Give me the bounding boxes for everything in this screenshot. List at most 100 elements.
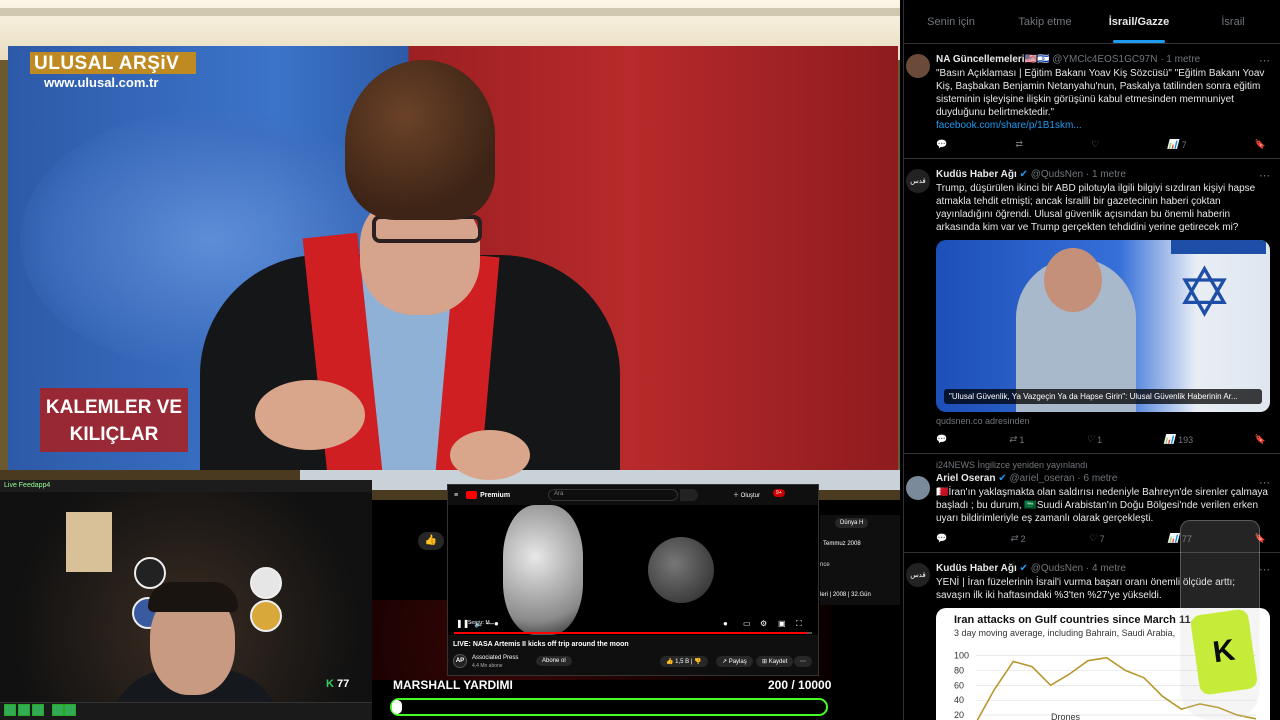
reply-icon[interactable]: 💬 bbox=[936, 434, 947, 445]
views-count: 7 bbox=[1181, 139, 1187, 150]
repost-icon: ⇄ bbox=[1008, 434, 1017, 444]
wall-patch bbox=[250, 567, 282, 599]
video-title[interactable]: LIVE: NASA Artemis II kicks off trip aro… bbox=[453, 641, 629, 648]
author-name[interactable]: Ariel Oseran bbox=[936, 473, 995, 484]
views-icon: 📊 bbox=[1167, 139, 1179, 149]
moon bbox=[648, 537, 714, 603]
viewer-counter: K 77 bbox=[326, 678, 349, 690]
volume-slider[interactable]: —● bbox=[486, 619, 499, 628]
like-icon[interactable]: 👍 bbox=[418, 532, 444, 550]
tweet[interactable]: قدس Kudüs Haber Ağı ✔ @QudsNen · 1 metre… bbox=[904, 159, 1280, 454]
bookmark-icon[interactable]: 🔖 bbox=[1255, 434, 1266, 445]
youtube-logo-icon[interactable] bbox=[466, 491, 478, 499]
goal-label: MARSHALL YARDIMI bbox=[393, 678, 513, 692]
like-count: 7 bbox=[1099, 533, 1105, 544]
author-name[interactable]: Kudüs Haber Ağı bbox=[936, 563, 1017, 574]
tweet[interactable]: NA Güncellemeleri🇺🇸🇮🇱 @YMClc4EOS1GC97N ·… bbox=[904, 44, 1280, 159]
subscribe-button[interactable]: Abone ol bbox=[536, 656, 572, 666]
youtube-brand[interactable]: Premium bbox=[480, 492, 510, 499]
live-dot-icon: ● bbox=[723, 619, 728, 628]
more-icon[interactable]: ⋯ bbox=[1259, 476, 1270, 489]
skip-forward-icon[interactable] bbox=[64, 704, 76, 716]
volume-icon[interactable]: 🔈 bbox=[474, 619, 484, 628]
like-button[interactable]: 👍 1,5 B | 👎 bbox=[660, 656, 708, 667]
like-icon: ♡ bbox=[1088, 533, 1097, 543]
menu-icon[interactable]: ≡ bbox=[454, 492, 458, 499]
search-input[interactable]: Ara bbox=[548, 489, 678, 501]
pause-icon[interactable] bbox=[18, 704, 30, 716]
host-hand-right bbox=[450, 430, 530, 480]
bookmark-icon[interactable]: 🔖 bbox=[1255, 139, 1266, 150]
save-button[interactable]: ⊞ Kaydet bbox=[756, 656, 794, 667]
author-name[interactable]: Kudüs Haber Ağı bbox=[936, 169, 1017, 180]
media-caption: "Ulusal Güvenlik, Ya Vazgeçin Ya da Haps… bbox=[944, 389, 1262, 404]
y-tick-label: 100 bbox=[954, 650, 969, 660]
more-icon[interactable]: ⋯ bbox=[1259, 563, 1270, 576]
views-button[interactable]: 📊 7 bbox=[1167, 139, 1186, 150]
channel-url: www.ulusal.com.tr bbox=[44, 75, 159, 90]
repost-button[interactable]: ⇄ 1 bbox=[1009, 434, 1025, 445]
reply-icon[interactable]: 💬 bbox=[936, 139, 947, 150]
avatar[interactable]: قدس bbox=[906, 563, 930, 587]
channel-name[interactable]: Associated Press bbox=[472, 655, 518, 661]
goal-count: 200 / 10000 bbox=[768, 678, 832, 692]
reply-icon[interactable]: 💬 bbox=[936, 533, 947, 544]
subtitles-icon[interactable]: ▭ bbox=[743, 619, 751, 628]
like-icon[interactable]: ♡ bbox=[1091, 139, 1099, 150]
chip-world[interactable]: Dünya H bbox=[835, 518, 869, 528]
tweet-actions: 💬 ⇄ 1 ♡ 1 📊 193 🔖 bbox=[936, 434, 1270, 445]
channel-avatar[interactable]: AP bbox=[453, 654, 467, 668]
search-icon[interactable] bbox=[680, 489, 698, 501]
avatar[interactable]: قدس bbox=[906, 169, 930, 193]
orion-capsule bbox=[503, 505, 583, 635]
like-button[interactable]: ♡ 1 bbox=[1086, 434, 1102, 445]
avatar[interactable] bbox=[906, 476, 930, 500]
repost-icon[interactable]: ⇄ bbox=[1015, 139, 1023, 150]
tweet-time: · 1 metre bbox=[1160, 54, 1201, 65]
tab-following[interactable]: Takip etme bbox=[998, 0, 1092, 43]
create-button[interactable]: ＋ Oluştur bbox=[733, 490, 760, 499]
author-handle[interactable]: @ariel_oseran bbox=[1009, 473, 1074, 484]
tweet-time: · 1 metre bbox=[1085, 169, 1126, 180]
views-button[interactable]: 📊 193 bbox=[1164, 434, 1193, 445]
pause-icon[interactable]: ❚❚ bbox=[456, 619, 469, 628]
like-icon: ♡ bbox=[1086, 434, 1095, 444]
tab-israel[interactable]: İsrail bbox=[1186, 0, 1280, 43]
author-handle[interactable]: @QudsNen bbox=[1031, 563, 1083, 574]
more-icon[interactable]: ⋯ bbox=[1259, 54, 1270, 67]
chart-subtitle: 3 day moving average, including Bahrain,… bbox=[954, 628, 1176, 638]
verified-icon: ✔ bbox=[1019, 563, 1028, 574]
miniplayer-icon[interactable]: ▣ bbox=[778, 619, 786, 628]
author-name[interactable]: NA Güncellemeleri🇺🇸🇮🇱 bbox=[936, 54, 1049, 65]
tab-israel-gaza[interactable]: İsrail/Gazze bbox=[1092, 0, 1186, 43]
like-button[interactable]: ♡ 7 bbox=[1089, 533, 1105, 544]
avatar[interactable] bbox=[906, 54, 930, 78]
author-handle[interactable]: @YMClc4EOS1GC97N bbox=[1052, 54, 1157, 65]
repost-icon: ⇄ bbox=[1010, 533, 1018, 543]
repost-button[interactable]: ⇄ 2 bbox=[1010, 533, 1026, 544]
tweet-image[interactable]: ✡ "Ulusal Güvenlik, Ya Vazgeçin Ya da Ha… bbox=[936, 240, 1270, 412]
channel-logo: ULUSAL ARŞiV bbox=[34, 53, 180, 74]
settings-icon[interactable]: ⚙ bbox=[760, 619, 767, 628]
program-title: KALEMLER VE KILIÇLAR bbox=[45, 397, 183, 445]
more-icon[interactable]: ⋯ bbox=[794, 656, 812, 667]
link-domain[interactable]: qudsnen.co adresinden bbox=[936, 416, 1270, 426]
tab-for-you[interactable]: Senin için bbox=[904, 0, 998, 43]
fullscreen-icon[interactable]: ⛶ bbox=[796, 619, 802, 629]
video-frame[interactable]: Sessiz: M bbox=[448, 505, 818, 635]
kick-logo-icon: K bbox=[326, 678, 334, 690]
skip-back-icon[interactable] bbox=[52, 704, 64, 716]
y-tick-label: 80 bbox=[954, 665, 964, 675]
tweet-header: Ariel Oseran ✔ @ariel_oseran · 6 metre bbox=[936, 473, 1270, 484]
share-button[interactable]: ↗ Paylaş bbox=[716, 656, 753, 667]
eject-icon[interactable] bbox=[32, 704, 44, 716]
series-label: Drones bbox=[1051, 712, 1081, 720]
views-icon: 📊 bbox=[1167, 533, 1179, 543]
tweet-text: "Basın Açıklaması | Eğitim Bakanı Yoav K… bbox=[936, 68, 1265, 118]
notifications-badge[interactable]: 9+ bbox=[773, 489, 785, 497]
play-icon[interactable] bbox=[4, 704, 16, 716]
repost-count: 2 bbox=[1020, 533, 1026, 544]
author-handle[interactable]: @QudsNen bbox=[1031, 169, 1083, 180]
tweet-link[interactable]: facebook.com/share/p/1B1skm... bbox=[936, 120, 1270, 131]
more-icon[interactable]: ⋯ bbox=[1259, 169, 1270, 182]
